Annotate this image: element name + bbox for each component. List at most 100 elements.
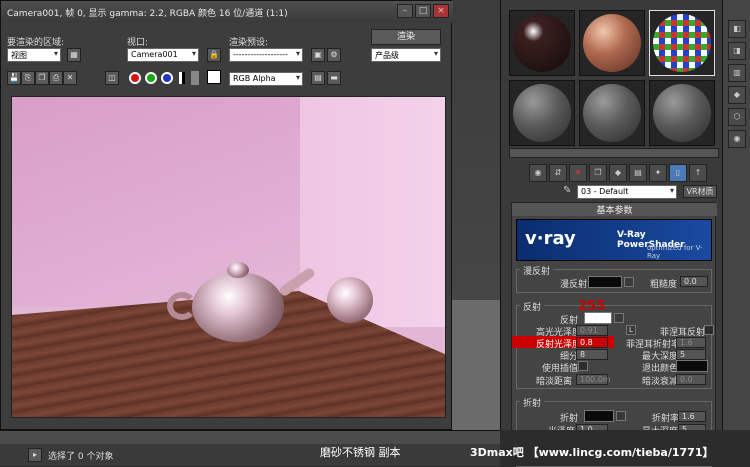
teapot-handle xyxy=(167,292,197,320)
caption-text: 磨砂不锈钢 副本 xyxy=(320,446,401,459)
eyedropper-icon[interactable]: ✎ xyxy=(563,185,575,197)
material-type-button[interactable]: VR材质 xyxy=(683,185,717,198)
show-in-viewport-icon[interactable]: ▯ xyxy=(669,164,687,182)
tool-icon-5[interactable]: ⬡ xyxy=(728,108,746,126)
max-depth-spinner[interactable]: 5 xyxy=(676,349,706,360)
get-material-icon[interactable]: ◉ xyxy=(529,164,547,182)
selection-status: 选择了 0 个对象 xyxy=(48,452,114,462)
interp-label: 使用插值 xyxy=(542,364,579,374)
timeline[interactable] xyxy=(0,430,500,444)
frame-buffer-window: Camera001, 帧 0, 显示 gamma: 2.2, RGBA 颜色 1… xyxy=(0,0,453,430)
teapot-lid xyxy=(227,262,249,278)
alpha-icon[interactable] xyxy=(179,72,185,84)
green-channel-button[interactable] xyxy=(145,72,157,84)
refl-gloss-spinner[interactable]: 0.8 xyxy=(576,337,608,348)
material-slot-2[interactable] xyxy=(579,10,645,76)
display-toggle-icon[interactable]: ▤ xyxy=(311,71,325,85)
vray-banner: v·ray V-Ray PowerShader optimized for V-… xyxy=(516,219,712,261)
dim-falloff-spinner[interactable]: 0.0 xyxy=(676,374,706,385)
tool-icon-4[interactable]: ◆ xyxy=(728,86,746,104)
clone-window-icon[interactable]: ❐ xyxy=(35,71,49,85)
maximize-button[interactable]: □ xyxy=(415,4,431,18)
save-image-icon[interactable]: 💾 xyxy=(7,71,21,85)
exit-color-label: 退出颜色 xyxy=(642,364,679,374)
reflect-group-title: 反射 xyxy=(520,300,545,313)
blue-channel-button[interactable] xyxy=(161,72,173,84)
lock-icon[interactable]: 🔒 xyxy=(207,48,221,62)
status-icon[interactable]: ▸ xyxy=(28,448,42,462)
tool-icon-2[interactable]: ◨ xyxy=(728,42,746,60)
render-button[interactable]: 渲染 xyxy=(371,29,441,45)
chrome-sphere xyxy=(327,277,373,323)
interp-checkbox[interactable] xyxy=(578,361,588,371)
material-slot-3[interactable] xyxy=(649,10,715,76)
tool-icon-3[interactable]: ▥ xyxy=(728,64,746,82)
library-icon[interactable]: ▤ xyxy=(629,164,647,182)
material-name-field[interactable]: 03 - Default xyxy=(577,185,677,199)
refract-group-title: 折射 xyxy=(520,396,545,409)
material-editor: ◉ ⇵ ✕ ❐ ◆ ▤ ✦ ▯ ↑ ✎ 03 - Default VR材质 基本… xyxy=(500,0,722,467)
hilight-lock-button[interactable]: L xyxy=(626,325,636,335)
copy-image-icon[interactable]: ⎘ xyxy=(21,71,35,85)
vray-banner-sub: optimized for V-Ray xyxy=(647,244,703,260)
viewport-label: 视口: xyxy=(127,38,149,48)
dim-dist-label: 暗淡距离 xyxy=(536,377,573,387)
vray-logo: v·ray xyxy=(525,228,576,249)
diffuse-map-button[interactable] xyxy=(624,277,634,287)
reflect-map-button[interactable] xyxy=(614,313,624,323)
material-slot-4[interactable] xyxy=(509,80,575,146)
fresnel-ior-spinner[interactable]: 1.6 xyxy=(676,337,706,348)
go-to-parent-icon[interactable]: ↑ xyxy=(689,164,707,182)
unique-icon[interactable]: ◆ xyxy=(609,164,627,182)
status-bar: ▸ 选择了 0 个对象 xyxy=(0,444,500,466)
channel-select[interactable]: RGB Alpha xyxy=(229,72,303,86)
region-icon[interactable]: ▦ xyxy=(67,48,81,62)
viewport-select[interactable]: Camera001 xyxy=(127,48,199,62)
frame-buffer-title-bar: Camera001, 帧 0, 显示 gamma: 2.2, RGBA 颜色 1… xyxy=(1,1,453,23)
roughness-spinner[interactable]: 0.0 xyxy=(680,276,708,287)
hilight-gloss-spinner[interactable]: 0.91 xyxy=(576,325,608,336)
refract-map-button[interactable] xyxy=(616,411,626,421)
ior-spinner[interactable]: 1.6 xyxy=(678,411,706,422)
fresnel-checkbox[interactable] xyxy=(704,325,714,335)
red-channel-button[interactable] xyxy=(129,72,141,84)
histogram-icon[interactable]: ▬ xyxy=(327,71,341,85)
basic-params-panel: 基本参数 v·ray V-Ray PowerShader optimized f… xyxy=(511,202,717,467)
minimize-button[interactable]: – xyxy=(397,4,413,18)
reflect-color-swatch[interactable] xyxy=(584,312,612,324)
command-panel-toolbar: ◧ ◨ ▥ ◆ ⬡ ◉ xyxy=(722,0,750,466)
material-slot-1[interactable] xyxy=(509,10,575,76)
delete-material-icon[interactable]: ✕ xyxy=(569,164,587,182)
area-select[interactable]: 视图 xyxy=(7,48,61,62)
settings-icon[interactable]: ⚙ xyxy=(327,48,341,62)
color-swatch[interactable] xyxy=(207,70,221,84)
frame-buffer-title: Camera001, 帧 0, 显示 gamma: 2.2, RGBA 颜色 1… xyxy=(7,9,288,19)
subdivs-spinner[interactable]: 8 xyxy=(576,349,608,360)
material-slot-6[interactable] xyxy=(649,80,715,146)
dim-falloff-label: 暗淡衰减 xyxy=(642,377,679,387)
tool-icon-1[interactable]: ◧ xyxy=(728,20,746,38)
watermark-text: 3Dmax吧 【www.lincg.com/tieba/1771】 xyxy=(470,446,714,459)
exit-color-swatch[interactable] xyxy=(676,360,708,372)
dim-dist-spinner[interactable]: 100.0m xyxy=(576,374,611,385)
put-material-icon[interactable]: ⇵ xyxy=(549,164,567,182)
make-copy-icon[interactable]: ❐ xyxy=(589,164,607,182)
diffuse-label: 漫反射 xyxy=(560,280,588,290)
mono-icon[interactable] xyxy=(191,71,199,85)
basic-params-header[interactable]: 基本参数 xyxy=(512,203,717,216)
ior-label: 折射率 xyxy=(652,414,680,424)
close-button[interactable]: × xyxy=(433,4,449,18)
slots-scrollbar[interactable] xyxy=(509,148,719,158)
effects-icon[interactable]: ✦ xyxy=(649,164,667,182)
roughness-label: 粗糙度 xyxy=(650,280,678,290)
preset-select[interactable]: ------------------- xyxy=(229,48,303,62)
refract-color-swatch[interactable] xyxy=(584,410,614,422)
product-select[interactable]: 产品级 xyxy=(371,48,441,62)
diffuse-color-swatch[interactable] xyxy=(588,276,622,288)
tool-icon-6[interactable]: ◉ xyxy=(728,130,746,148)
save-preset-icon[interactable]: ▣ xyxy=(311,48,325,62)
print-icon[interactable]: ⎙ xyxy=(49,71,63,85)
toggle-channel-icon[interactable]: ◫ xyxy=(105,71,119,85)
material-slot-5[interactable] xyxy=(579,80,645,146)
clear-icon[interactable]: ✕ xyxy=(63,71,77,85)
